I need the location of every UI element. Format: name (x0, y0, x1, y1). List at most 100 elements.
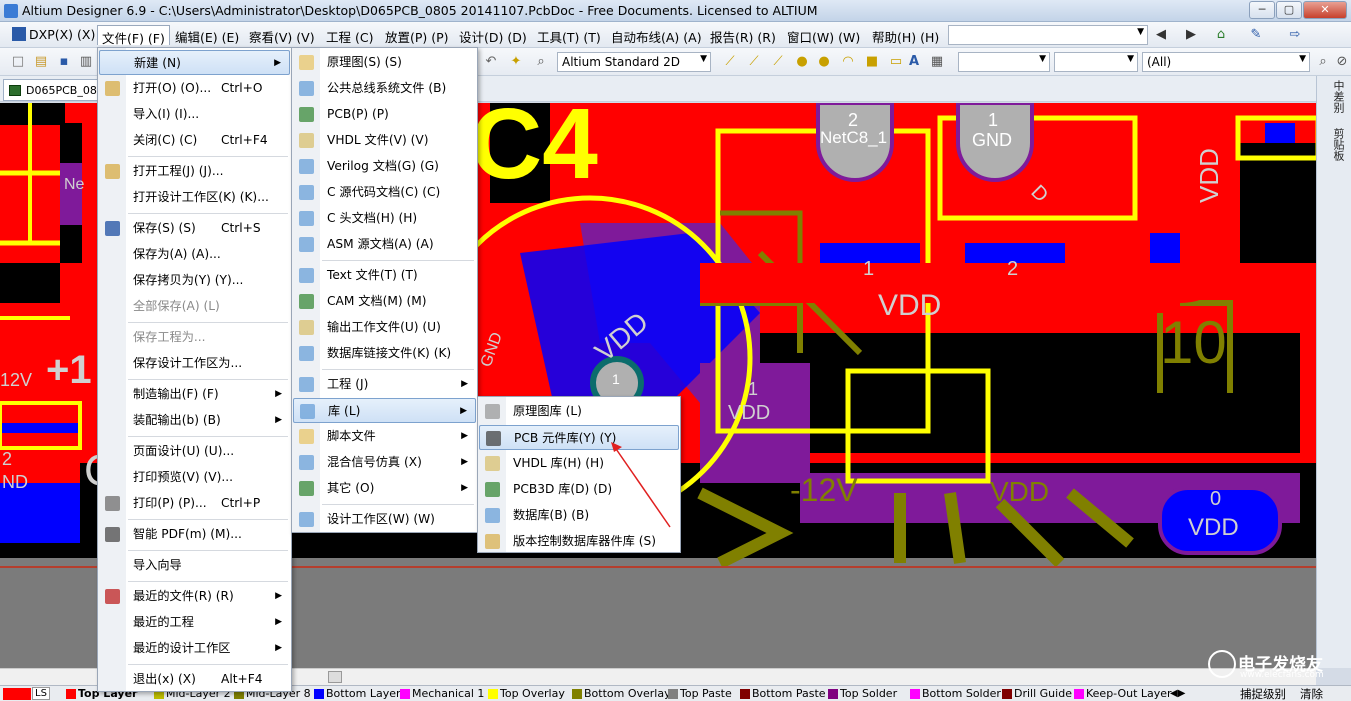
favorites-icon[interactable]: ✎ (1248, 27, 1264, 43)
open-folder-icon[interactable]: ▤ (33, 54, 49, 70)
file-menu-item[interactable]: 装配输出(b) (B) ▶ (99, 408, 290, 433)
menu-reports[interactable]: 报告(R) (R) (706, 25, 780, 45)
layer-tab[interactable]: Keep-Out Layer (1072, 687, 1172, 701)
lib-menu-item[interactable]: PCB3D 库(D) (D) (479, 477, 679, 502)
wand-icon[interactable]: ✦ (508, 54, 524, 70)
lib-menu-item[interactable]: PCB 元件库(Y) (Y) (479, 425, 679, 450)
menu-view[interactable]: 察看(V) (V) (245, 25, 319, 45)
menu-edit[interactable]: 编辑(E) (E) (171, 25, 243, 45)
undo-icon[interactable]: ↶ (483, 54, 499, 70)
file-menu-item[interactable]: 打开(O) (O)... Ctrl+O (99, 76, 290, 101)
menu-tools[interactable]: 工具(T) (T) (533, 25, 605, 45)
new-menu-item[interactable]: PCB(P) (P) (293, 102, 476, 127)
new-menu-item[interactable]: C 源代码文档(C) (C) (293, 180, 476, 205)
menu-file[interactable]: 文件(F) (F) (97, 25, 170, 46)
menu-dxp[interactable]: DXP(X) (X) (8, 25, 99, 45)
layer-tab[interactable]: Mechanical 1 (398, 687, 484, 701)
lib-menu-item[interactable]: 原理图库 (L) (479, 399, 679, 424)
view-mode-combo[interactable]: Altium Standard 2D ▼ (557, 52, 711, 72)
file-menu-item[interactable]: 打开设计工作区(K) (K)... (99, 185, 290, 210)
class-combo[interactable]: ▼ (1054, 52, 1138, 72)
new-menu-item[interactable]: CAM 文档(M) (M) (293, 289, 476, 314)
file-menu-item[interactable]: 导入向导 (99, 553, 290, 578)
text-icon[interactable]: A (906, 54, 922, 70)
polygon-icon[interactable]: ▭ (888, 54, 904, 70)
layer-tab[interactable]: Top Paste (666, 687, 732, 701)
file-menu-item[interactable]: 保存设计工作区为... (99, 351, 290, 376)
fill-icon[interactable]: ■ (864, 54, 880, 70)
menu-window[interactable]: 窗口(W) (W) (783, 25, 864, 45)
file-menu-item[interactable]: 保存(S) (S) Ctrl+S (99, 216, 290, 241)
snap-mask-button[interactable]: 捕捉级别 (1240, 687, 1286, 701)
file-menu-item[interactable]: 最近的工程 ▶ (99, 610, 290, 635)
new-menu-item[interactable]: C 头文档(H) (H) (293, 206, 476, 231)
menu-place[interactable]: 放置(P) (P) (381, 25, 453, 45)
layer-tab[interactable]: Bottom Paste (738, 687, 826, 701)
menu-project[interactable]: 工程 (C) (322, 25, 377, 45)
horizontal-scroll-thumb[interactable] (328, 671, 342, 683)
lib-menu-item[interactable]: 版本控制数据库器件库 (S) (479, 529, 679, 554)
component-icon[interactable]: ▦ (929, 54, 945, 70)
file-menu-item[interactable]: 最近的文件(R) (R) ▶ (99, 584, 290, 609)
file-menu-item[interactable]: 导入(I) (I)... (99, 102, 290, 127)
layer-tab[interactable]: Bottom Layer (312, 687, 401, 701)
home-icon[interactable]: ⌂ (1213, 27, 1229, 43)
clear-filter-icon[interactable]: ⊘ (1334, 54, 1350, 70)
zoom-icon[interactable]: ⌕ (1315, 54, 1331, 70)
file-menu-item[interactable]: 打开工程(J) (J)... (99, 159, 290, 184)
layer-tab[interactable]: Top Overlay (486, 687, 565, 701)
filter-combo[interactable]: (All) ▼ (1142, 52, 1310, 72)
file-menu-item[interactable]: 关闭(C) (C) Ctrl+F4 (99, 128, 290, 153)
menu-help[interactable]: 帮助(H) (H) (868, 25, 943, 45)
file-menu-item[interactable]: 页面设计(U) (U)... (99, 439, 290, 464)
new-file-icon[interactable]: □ (10, 54, 26, 70)
file-menu-item[interactable]: 最近的设计工作区 ▶ (99, 636, 290, 661)
new-menu-item[interactable]: Verilog 文档(G) (G) (293, 154, 476, 179)
layer-tab[interactable]: Bottom Solder (908, 687, 1001, 701)
find-icon[interactable]: ⌕ (533, 54, 549, 70)
save-icon[interactable]: ▪ (56, 54, 72, 70)
lib-menu-item[interactable]: VHDL 库(H) (H) (479, 451, 679, 476)
file-menu-item[interactable]: 制造输出(F) (F) ▶ (99, 382, 290, 407)
minimize-button[interactable]: ─ (1249, 1, 1275, 19)
back-icon[interactable]: ◀ (1153, 27, 1169, 43)
pad-icon[interactable]: ● (794, 54, 810, 70)
file-menu-item[interactable]: 打印预览(V) (V)... (99, 465, 290, 490)
file-menu-item[interactable]: 退出(x) (X) Alt+F4 (99, 667, 290, 692)
layer-tab[interactable]: Top Solder (826, 687, 897, 701)
new-menu-item[interactable]: 公共总线系统文件 (B) (293, 76, 476, 101)
menu-design[interactable]: 设计(D) (D) (455, 25, 531, 45)
layer-tab[interactable]: Bottom Overlay (570, 687, 671, 701)
new-menu-item[interactable]: VHDL 文件(V) (V) (293, 128, 476, 153)
print-icon[interactable]: ▥ (78, 54, 94, 70)
new-menu-item[interactable]: ASM 源文档(A) (A) (293, 232, 476, 257)
project-combo[interactable]: ▼ (948, 25, 1148, 45)
file-menu-item[interactable]: 打印(P) (P)... Ctrl+P (99, 491, 290, 516)
new-menu-item[interactable]: 库 (L) ▶ (293, 398, 476, 423)
panel-tab-clipboard[interactable]: 剪贴板 (1322, 128, 1346, 161)
new-menu-item[interactable]: 设计工作区(W) (W) (293, 507, 476, 532)
clear-button[interactable]: 清除 (1300, 687, 1323, 701)
close-button[interactable]: ✕ (1303, 1, 1347, 19)
route-icon[interactable]: ⟋ (722, 54, 738, 70)
layer-scroll-arrows-icon[interactable]: ◀▶ (1170, 687, 1185, 701)
panel-tab-differences[interactable]: 中差别 (1322, 80, 1346, 113)
forward-icon[interactable]: ▶ (1183, 27, 1199, 43)
new-menu-item[interactable]: 数据库链接文件(K) (K) (293, 341, 476, 366)
layer-tab[interactable]: Drill Guide (1000, 687, 1072, 701)
new-menu-item[interactable]: 脚本文件 ▶ (293, 424, 476, 449)
new-menu-item[interactable]: 输出工作文件(U) (U) (293, 315, 476, 340)
diff-pair-icon[interactable]: ⟋ (746, 54, 762, 70)
lib-menu-item[interactable]: 数据库(B) (B) (479, 503, 679, 528)
interactive-route-icon[interactable]: ⟋ (770, 54, 786, 70)
file-menu-item[interactable]: 保存拷贝为(Y) (Y)... (99, 268, 290, 293)
file-menu-item[interactable]: 保存为(A) (A)... (99, 242, 290, 267)
document-tab-pcb[interactable]: D065PCB_080 (3, 79, 101, 101)
new-menu-item[interactable]: Text 文件(T) (T) (293, 263, 476, 288)
pin-icon[interactable]: ⇨ (1287, 27, 1303, 43)
menu-autoroute[interactable]: 自动布线(A) (A) (607, 25, 706, 45)
file-menu-item[interactable]: 智能 PDF(m) (M)... (99, 522, 290, 547)
new-menu-item[interactable]: 工程 (J) ▶ (293, 372, 476, 397)
layer-set-selector[interactable]: LS (0, 687, 60, 701)
new-menu-item[interactable]: 混合信号仿真 (X) ▶ (293, 450, 476, 475)
